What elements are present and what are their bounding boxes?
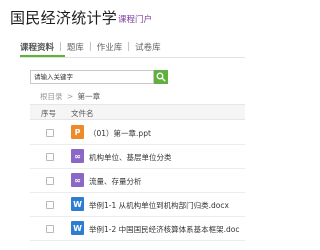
row-checkbox[interactable] [46,153,54,161]
file-name[interactable]: 举例1-1 从机构单位到机构部门归类.docx [89,200,229,211]
search-bar [30,70,168,84]
file-name[interactable]: （01）第一章.ppt [89,128,151,139]
row-divider [30,240,245,241]
word-icon: W [71,197,84,211]
tabs-divider [20,57,245,58]
file-name[interactable]: 流量、存量分析 [89,176,142,187]
page-header: 国民经济统计学 课程门户 [0,0,245,30]
tab-course-materials[interactable]: 课程资料 [20,41,54,53]
table-row[interactable]: W 举例1-1 从机构单位到机构部门归类.docx [30,193,245,216]
course-portal-link[interactable]: 课程门户 [118,13,152,25]
tab-exam-bank[interactable]: 试卷库 [135,41,161,53]
column-header-index: 序号 [41,109,56,118]
breadcrumb-separator: > [66,92,74,101]
search-button[interactable] [154,70,168,84]
table-header: 序号 文件名 [30,104,245,120]
column-header-filename: 文件名 [71,109,94,118]
file-name[interactable]: 举例1-2 中国国民经济核算体系基本框架.doc [89,224,240,235]
course-title: 国民经济统计学 [10,9,118,27]
row-checkbox[interactable] [46,129,54,137]
ppt-icon: P [71,125,84,139]
breadcrumb-root[interactable]: 根目录 [40,92,63,101]
table-row[interactable]: P （01）第一章.ppt [30,121,245,144]
resource-tabs: 课程资料 | 题库 | 作业库 | 试卷库 [20,40,161,54]
link-icon: ∞ [71,173,84,187]
table-row[interactable]: W 举例1-2 中国国民经济核算体系基本框架.doc [30,217,245,240]
search-input[interactable] [30,70,154,84]
tab-separator: | [127,42,131,52]
table-row[interactable]: ∞ 机构单位、基层单位分类 [30,145,245,168]
tab-separator: | [88,42,92,52]
link-icon: ∞ [71,149,84,163]
file-name[interactable]: 机构单位、基层单位分类 [89,152,172,163]
table-row[interactable]: ∞ 流量、存量分析 [30,169,245,192]
search-icon [156,72,166,82]
breadcrumb-current: 第一章 [77,92,101,101]
row-checkbox[interactable] [46,225,54,233]
row-checkbox[interactable] [46,177,54,185]
tab-question-bank[interactable]: 题库 [67,41,84,53]
tab-assignment-bank[interactable]: 作业库 [97,41,123,53]
tab-separator: | [59,42,62,52]
row-checkbox[interactable] [46,201,54,209]
word-icon: W [71,221,84,235]
breadcrumb: 根目录 > 第一章 [40,91,100,102]
